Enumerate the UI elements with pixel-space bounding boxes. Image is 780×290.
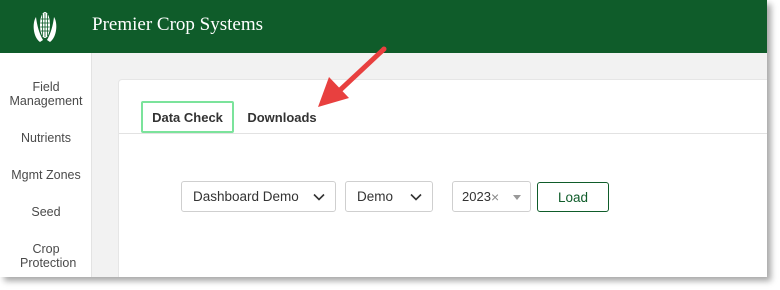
caret-down-icon[interactable]: [513, 195, 521, 200]
content-card: Data Check Downloads Dashboard Demo Demo…: [118, 79, 767, 277]
load-button[interactable]: Load: [537, 182, 609, 212]
tab-downloads[interactable]: Downloads: [243, 101, 321, 133]
tab-data-check[interactable]: Data Check: [141, 101, 234, 133]
grower-select-value: Demo: [357, 189, 394, 204]
corn-icon: [33, 12, 57, 42]
year-select[interactable]: 2023 ×: [452, 181, 531, 212]
red-arrow-icon: [318, 46, 387, 107]
sidebar: Field Management Nutrients Mgmt Zones Se…: [0, 53, 92, 277]
app-window: Premier Crop Systems Field Management Nu…: [0, 0, 767, 277]
chevron-down-icon: [313, 193, 325, 201]
app-title: Premier Crop Systems: [92, 14, 263, 35]
sidebar-item-field-management[interactable]: Field Management: [0, 80, 92, 108]
dashboard-select-value: Dashboard Demo: [193, 189, 299, 204]
chevron-down-icon: [410, 193, 422, 201]
sidebar-item-seed[interactable]: Seed: [0, 205, 92, 219]
tab-divider: [119, 133, 767, 134]
close-icon[interactable]: ×: [491, 189, 499, 205]
year-select-value: 2023: [462, 189, 491, 204]
sidebar-item-mgmt-zones[interactable]: Mgmt Zones: [0, 168, 92, 182]
dashboard-select[interactable]: Dashboard Demo: [181, 181, 336, 212]
grower-select[interactable]: Demo: [345, 181, 433, 212]
sidebar-item-nutrients[interactable]: Nutrients: [0, 131, 92, 145]
sidebar-item-crop-protection[interactable]: Crop Protection: [0, 242, 92, 270]
